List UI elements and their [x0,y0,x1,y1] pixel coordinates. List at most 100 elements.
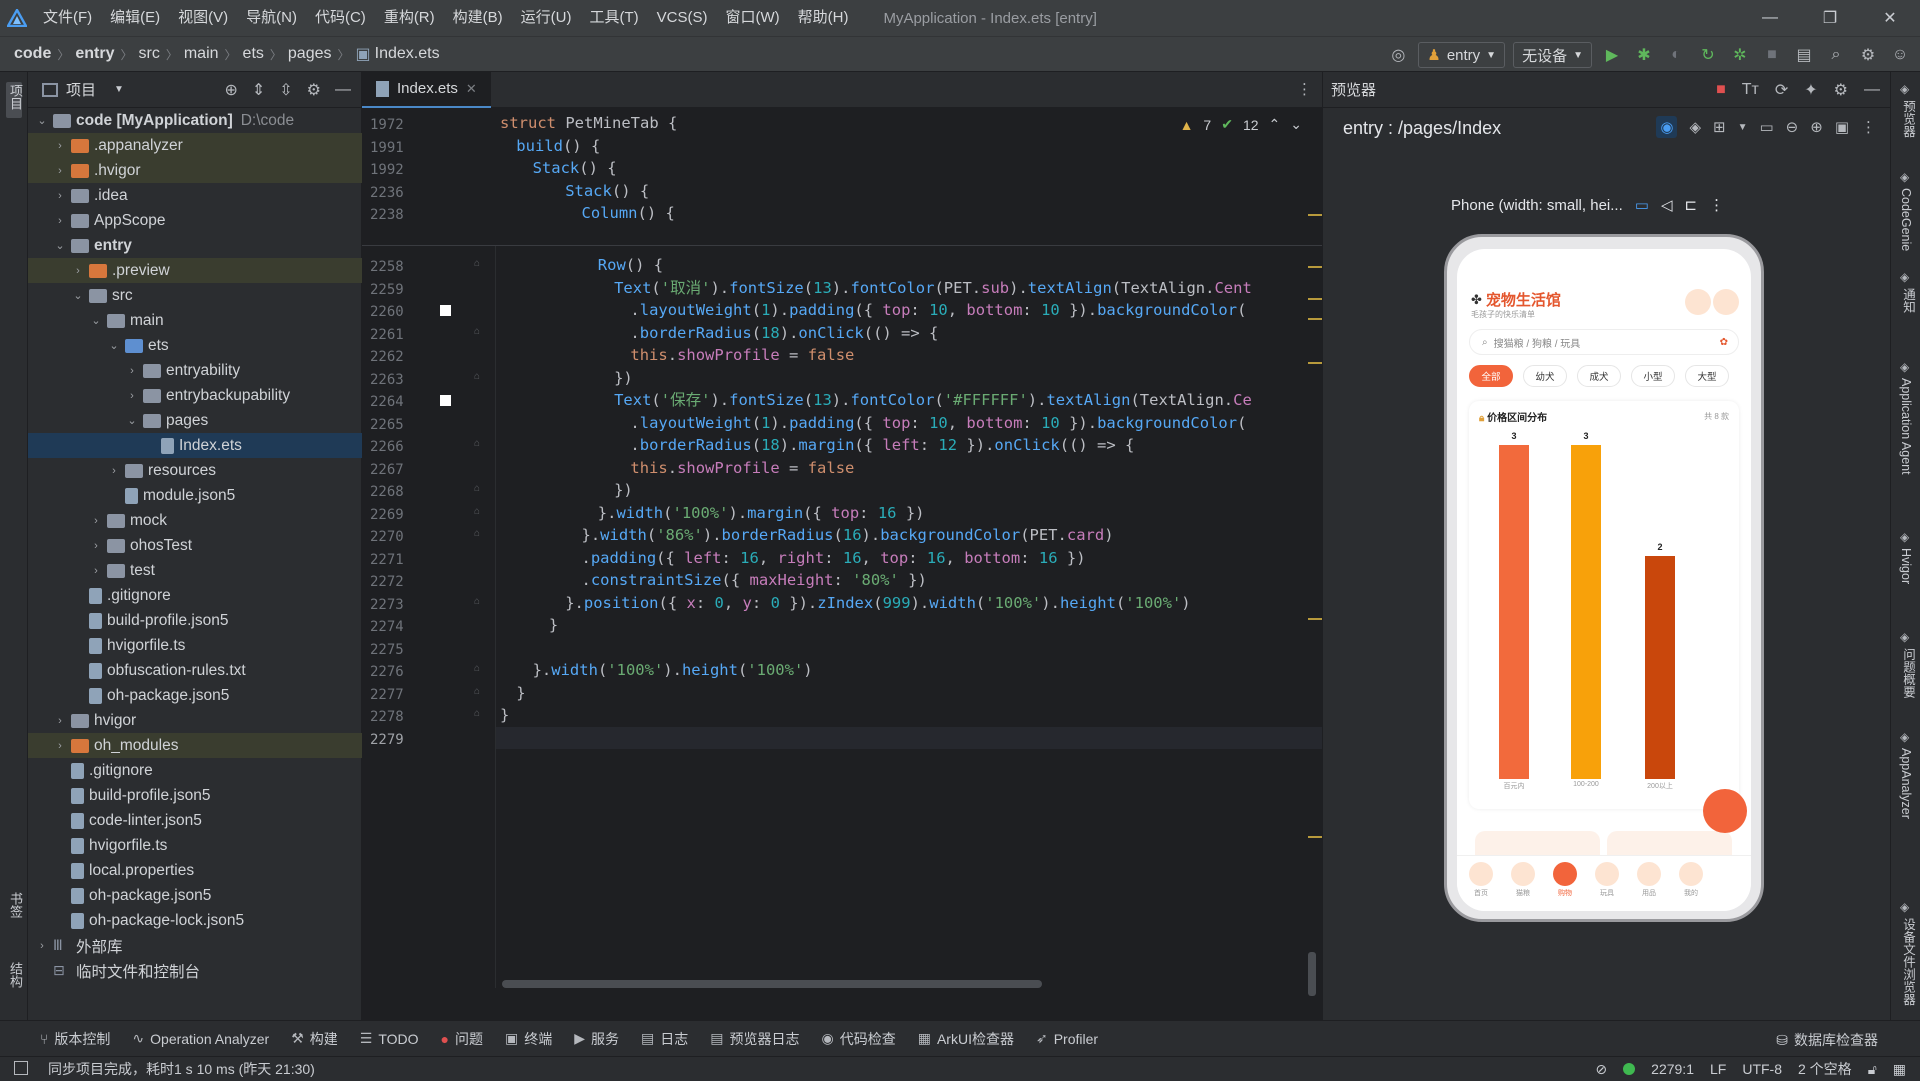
chevron-right-icon[interactable]: › [124,390,140,402]
code-line[interactable]: }.width('86%').borderRadius(16).backgrou… [582,524,1114,547]
tab-index-ets[interactable]: Index.ets ✕ [362,71,491,108]
vertical-scrollbar[interactable] [1308,952,1316,996]
bottom-tool-button[interactable]: ● 问题 [441,1029,483,1049]
tree-item[interactable]: Index.ets [28,433,362,458]
chevron-right-icon[interactable]: › [88,515,104,527]
code-line[interactable]: } [500,704,509,727]
layout-icon[interactable] [14,1061,28,1075]
filter-chip[interactable]: 全部 [1469,365,1513,387]
fold-marker-icon[interactable]: ⌂ [474,596,480,607]
code-line[interactable]: } [516,682,525,705]
database-inspector-button[interactable]: ⛁ 数据库检查器 [1776,1030,1878,1050]
bottom-tool-button[interactable]: ⚒ 构建 [291,1029,338,1049]
breadcrumb-item[interactable]: ets [243,45,264,63]
chevron-down-icon[interactable]: ▼ [114,84,124,95]
fold-marker-icon[interactable]: ⌂ [474,708,480,719]
sticky-code-line[interactable]: Stack() { [565,180,649,203]
lock-icon[interactable]: 🔓︎ [1868,1061,1877,1078]
status-message[interactable]: 同步项目完成，耗时1 s 10 ms (昨天 21:30) [48,1059,315,1079]
refresh-icon[interactable]: ⟳ [1775,80,1788,100]
device-profile-label[interactable]: Phone (width: small, hei... [1451,197,1623,214]
fold-marker-icon[interactable]: ⌂ [474,483,480,494]
right-tool-label[interactable]: Hvigor [1899,548,1913,584]
tree-item[interactable]: hvigorfile.ts [28,833,362,858]
code-line[interactable]: .borderRadius(18).onClick(() => { [630,322,938,345]
menu-item[interactable]: 导航(N) [237,0,306,36]
tree-item[interactable]: › ohosTest [28,533,362,558]
breadcrumb-item[interactable]: code [14,45,51,63]
chevron-down-icon[interactable]: ⌄ [124,414,140,427]
fit-icon[interactable]: ▣ [1835,118,1849,136]
project-structure-icon[interactable]: ▤ [1792,43,1816,67]
expand-all-icon[interactable]: ⇕ [252,80,265,100]
agent-icon[interactable]: ◈ [1900,360,1909,374]
tree-item[interactable]: module.json5 [28,483,362,508]
locate-icon[interactable]: ⊕ [224,80,237,100]
tree-item[interactable]: ⌄ entry [28,233,362,258]
fold-marker-icon[interactable]: ⌂ [474,371,480,382]
tree-item[interactable]: ⌄ code [MyApplication] D:\code [28,108,362,133]
run-icon[interactable]: ▶ [1600,43,1624,67]
tree-item[interactable]: .gitignore [28,758,362,783]
tree-item[interactable]: › resources [28,458,362,483]
color-swatch-icon[interactable] [440,305,451,316]
appanalyzer-icon[interactable]: ◈ [1900,730,1909,744]
app-tab[interactable]: 玩具 [1590,862,1624,898]
minimize-icon[interactable]: — [1740,0,1800,36]
maximize-icon[interactable]: ❐ [1800,0,1860,36]
tree-item[interactable]: › oh_modules [28,733,362,758]
gear-icon[interactable]: ⚙ [307,80,321,100]
tree-item[interactable]: obfuscation-rules.txt [28,658,362,683]
bottom-tool-button[interactable]: ∿ Operation Analyzer [132,1030,269,1047]
right-tool-label[interactable]: CodeGenie [1899,188,1913,251]
tree-item[interactable]: › entrybackupability [28,383,362,408]
chevron-down-icon[interactable]: ▼ [1738,122,1748,133]
bottom-tool-button[interactable]: ▣ 终端 [505,1029,552,1049]
breadcrumb-item[interactable]: src [139,45,160,63]
app-tab[interactable]: 购物 [1548,862,1582,898]
more-options-icon[interactable]: ⋮ [1709,196,1724,214]
menu-item[interactable]: 文件(F) [34,0,101,36]
color-swatch-icon[interactable] [440,395,451,406]
tree-item[interactable]: local.properties [28,858,362,883]
tree-item[interactable]: ⌄ ets [28,333,362,358]
code-line[interactable]: }) [614,367,633,390]
tree-item[interactable]: ⌄ src [28,283,362,308]
target-icon[interactable]: ◎ [1386,43,1410,67]
hide-icon[interactable]: — [335,81,351,99]
product-card[interactable] [1607,831,1732,855]
chevron-up-icon[interactable]: ⌃ [1269,116,1281,133]
filter-chip[interactable]: 幼犬 [1523,365,1567,387]
code-line[interactable]: this.showProfile = false [630,344,854,367]
menu-item[interactable]: 代码(C) [306,0,375,36]
chevron-down-icon[interactable]: ⌄ [70,289,86,302]
stop-icon[interactable]: ■ [1760,43,1784,67]
chevron-right-icon[interactable]: › [52,215,68,227]
tree-item[interactable]: ⌄ pages [28,408,362,433]
app-tab[interactable]: 我的 [1674,862,1708,898]
profile-icon[interactable]: ◐ [1664,43,1688,67]
right-tool-label[interactable]: 问题概要 [1899,648,1918,698]
header-circle-button[interactable] [1685,289,1711,315]
chevron-down-icon[interactable]: ⌄ [52,239,68,252]
menu-item[interactable]: 编辑(E) [101,0,169,36]
chevron-down-icon[interactable]: ⌄ [34,114,50,127]
right-tool-label[interactable]: Application Agent [1899,378,1913,475]
zoom-in-icon[interactable]: ⊕ [1810,118,1823,136]
tree-item[interactable]: › test [28,558,362,583]
bottom-tool-button[interactable]: ▦ ArkUI检查器 [918,1029,1014,1049]
account-icon[interactable]: ☺ [1888,43,1912,67]
chevron-right-icon[interactable]: › [52,165,68,177]
inspection-widget[interactable]: ▲ 7 ✔ 12 ⌃ ⌄ [1180,116,1302,133]
chevron-right-icon[interactable]: › [34,940,50,952]
tree-item[interactable]: › Ⅲ 外部库 [28,933,362,958]
attach-debugger-icon[interactable]: ✲ [1728,43,1752,67]
bottom-tool-button[interactable]: ▤ 预览器日志 [710,1029,799,1049]
layers-icon[interactable]: ◈ [1689,118,1701,136]
project-panel-title[interactable]: 项目 [66,79,96,100]
search-icon[interactable]: ⌕ [1824,43,1848,67]
sticky-code-line[interactable]: struct PetMineTab { [500,112,677,135]
header-circle-button[interactable] [1713,289,1739,315]
sticky-code-line[interactable]: Stack() { [533,157,617,180]
right-tool-label[interactable]: AppAnalyzer [1899,748,1913,819]
